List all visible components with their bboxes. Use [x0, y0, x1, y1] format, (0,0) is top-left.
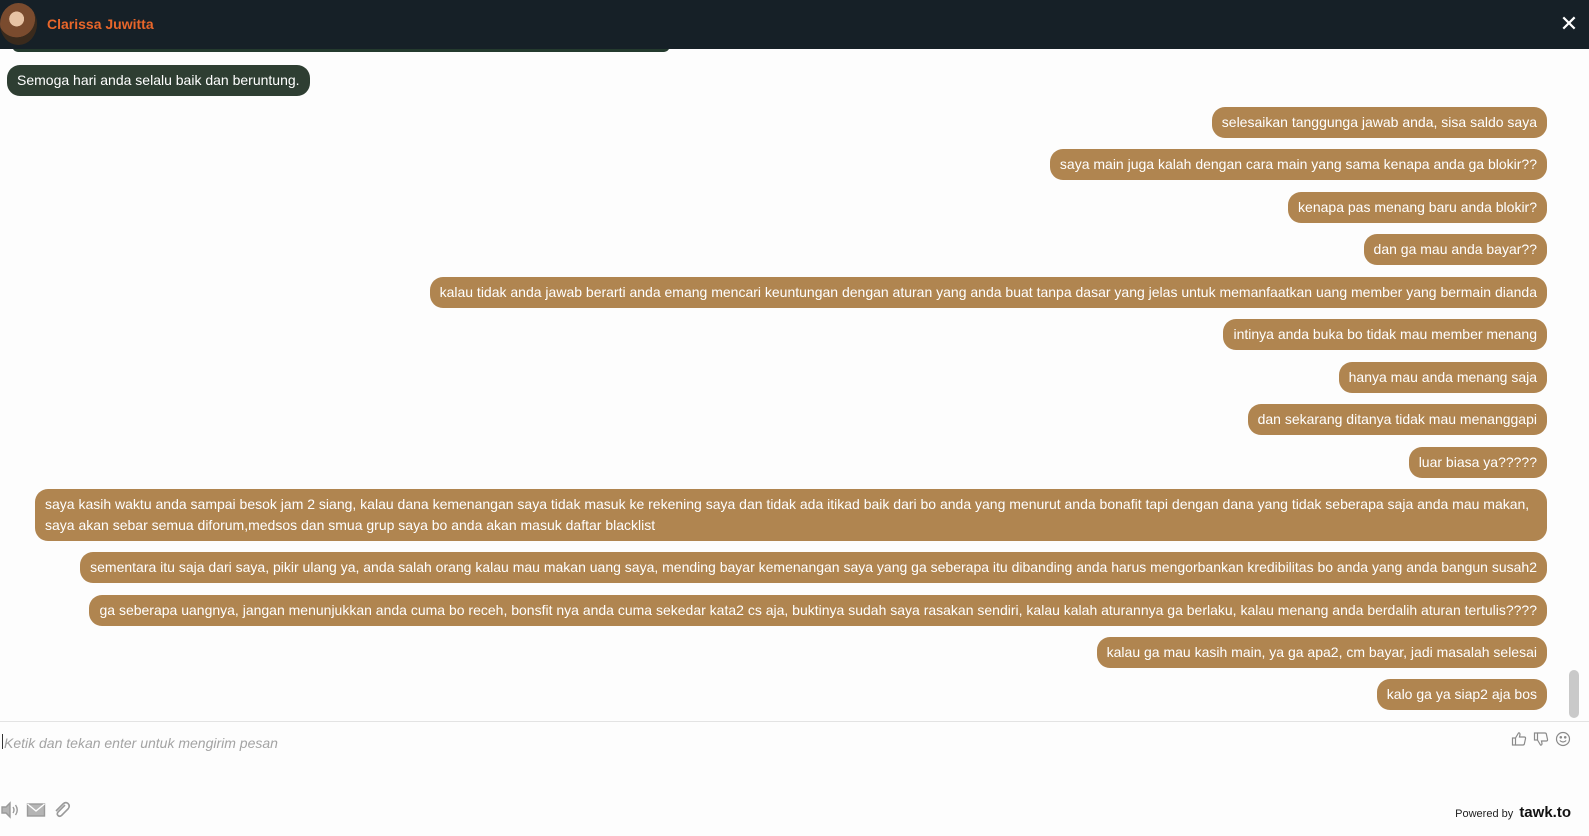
message-outgoing: dan ga mau anda bayar??	[1363, 234, 1547, 265]
message-list[interactable]: Semoga hari anda selalu baik dan beruntu…	[0, 49, 1589, 721]
agent-name: Clarissa Juwitta	[47, 16, 154, 32]
thumbs-up-icon[interactable]	[1511, 731, 1527, 747]
message-outgoing: kalo ga ya siap2 aja bos	[1376, 679, 1547, 710]
message-outgoing: dan sekarang ditanya tidak mau menanggap…	[1247, 404, 1547, 435]
text-caret	[2, 734, 3, 749]
attachment-icon[interactable]	[52, 800, 72, 820]
message-outgoing: hanya mau anda menang saja	[1338, 362, 1547, 393]
footer-toolbar	[0, 800, 72, 820]
message-outgoing: selesaikan tanggunga jawab anda, sisa sa…	[1211, 107, 1547, 138]
emoji-icon[interactable]	[1555, 731, 1571, 747]
scrollbar[interactable]	[1569, 670, 1579, 718]
message-outgoing: ga seberapa uangnya, jangan menunjukkan …	[89, 595, 1547, 626]
powered-by[interactable]: Powered by tawk.to	[1455, 804, 1571, 821]
message-outgoing: sementara itu saja dari saya, pikir ulan…	[80, 552, 1547, 583]
sound-icon[interactable]	[0, 800, 20, 820]
powered-label: Powered by	[1455, 808, 1514, 820]
thumbs-down-icon[interactable]	[1533, 731, 1549, 747]
message-outgoing: luar biasa ya?????	[1408, 447, 1547, 478]
message-outgoing: kenapa pas menang baru anda blokir?	[1288, 192, 1547, 223]
message-outgoing: kalau tidak anda jawab berarti anda eman…	[429, 277, 1547, 308]
rating-emoji-toolbar	[1511, 731, 1571, 747]
message-outgoing: saya main juga kalah dengan cara main ya…	[1049, 149, 1547, 180]
brand-logo: tawk.to	[1519, 804, 1571, 821]
message-input[interactable]	[2, 731, 1486, 755]
agent-avatar	[0, 3, 37, 45]
message-outgoing: intinya anda buka bo tidak mau member me…	[1223, 319, 1547, 350]
message-outgoing: saya kasih waktu anda sampai besok jam 2…	[35, 489, 1547, 541]
email-icon[interactable]	[26, 800, 46, 820]
close-icon[interactable]: ✕	[1557, 12, 1581, 36]
composer-divider	[0, 721, 1589, 722]
message-incoming: Semoga hari anda selalu baik dan beruntu…	[7, 65, 310, 96]
message-outgoing: kalau ga mau kasih main, ya ga apa2, cm …	[1096, 637, 1547, 668]
chat-header: Clarissa Juwitta ✕	[0, 0, 1589, 49]
partial-message	[12, 49, 670, 52]
